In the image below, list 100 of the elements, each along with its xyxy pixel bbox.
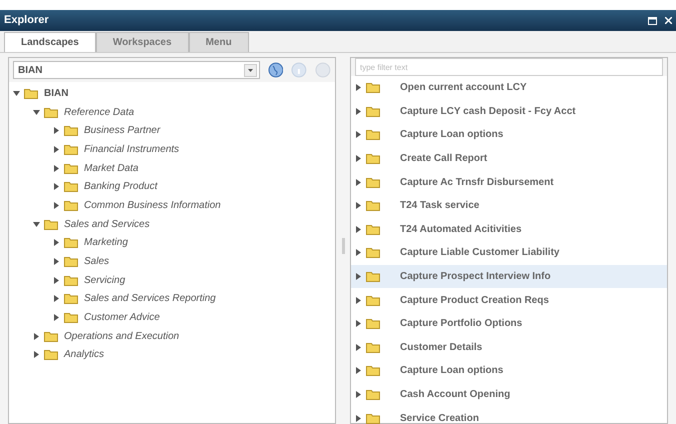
list-item[interactable]: Capture Loan options (351, 359, 667, 383)
folder-icon (366, 247, 380, 258)
expand-arrow-icon[interactable] (53, 276, 60, 284)
expand-arrow-icon[interactable] (355, 344, 362, 351)
list-item-label: Capture Liable Customer Liability (400, 246, 560, 260)
tree-item[interactable]: Sales and Services (64, 216, 150, 232)
expand-arrow-icon[interactable] (53, 239, 60, 246)
list-item[interactable]: Cash Account Opening (351, 382, 667, 406)
list-item[interactable]: Capture Ac Trnsfr Disbursement (351, 170, 667, 194)
expand-arrow-icon[interactable] (355, 367, 362, 374)
list-item[interactable]: Capture LCY cash Deposit - Fcy Acct (351, 100, 667, 124)
expand-arrow-icon[interactable] (355, 320, 362, 328)
expand-arrow-icon[interactable] (355, 178, 362, 186)
expand-arrow-icon[interactable] (53, 146, 60, 153)
list-item-label: Cash Account Opening (400, 388, 510, 402)
tree-item[interactable]: Marketing (84, 235, 128, 250)
tree-item[interactable]: Operations and Execution (64, 328, 180, 344)
folder-icon (366, 129, 380, 140)
expand-arrow-icon[interactable] (53, 314, 60, 322)
folder-icon (64, 125, 78, 136)
folder-icon (44, 218, 58, 230)
expand-arrow-icon[interactable] (53, 258, 60, 266)
list-item[interactable]: Capture Loan options (351, 123, 667, 147)
expand-arrow-icon[interactable] (355, 202, 362, 210)
tree-item[interactable]: Sales (84, 254, 110, 270)
folder-icon (366, 224, 380, 235)
list-item[interactable]: Create Call Report (351, 146, 667, 170)
splitter-handle[interactable] (342, 238, 344, 254)
collapse-arrow-icon[interactable] (13, 90, 20, 97)
tree-item[interactable]: Market Data (84, 160, 138, 176)
folder-icon (64, 237, 78, 248)
tree-item[interactable]: Financial Instruments (84, 142, 180, 157)
list-item[interactable]: Capture Product Creation Reqs (351, 288, 667, 312)
list-item[interactable]: Capture Prospect Interview Info (351, 264, 667, 288)
folder-icon (44, 349, 58, 360)
folder-icon (366, 342, 380, 353)
expand-arrow-icon[interactable] (53, 164, 60, 172)
folder-icon (366, 271, 380, 282)
folder-icon (366, 294, 380, 306)
list-item[interactable]: Capture Liable Customer Liability (351, 241, 667, 265)
list-item-label: Service Creation (400, 412, 479, 424)
list-item[interactable]: T24 Task service (351, 194, 667, 218)
tree-item[interactable]: Customer Advice (84, 310, 160, 326)
folder-icon (64, 181, 78, 192)
folder-icon (366, 106, 380, 117)
list-item[interactable]: T24 Automated Acitivities (351, 218, 667, 242)
expand-arrow-icon[interactable] (355, 155, 362, 162)
expand-arrow-icon[interactable] (355, 226, 362, 233)
expand-arrow-icon[interactable] (355, 296, 362, 304)
folder-icon (64, 144, 78, 155)
filter-field[interactable]: type filter text (355, 58, 663, 76)
list-item[interactable]: Capture Portfolio Options (351, 312, 667, 336)
list-item-label: Capture Ac Trnsfr Disbursement (400, 176, 554, 190)
landscape-select[interactable]: BIAN (13, 61, 260, 79)
expand-arrow-icon[interactable] (355, 84, 362, 92)
folder-icon (366, 412, 380, 424)
tree-item[interactable]: Business Partner (84, 123, 160, 138)
expand-arrow-icon[interactable] (355, 108, 362, 115)
folder-icon (366, 200, 380, 212)
tab[interactable]: Landscapes (4, 32, 96, 52)
list-item[interactable]: Service Creation (351, 406, 667, 424)
tree-item[interactable]: Banking Product (84, 179, 158, 194)
expand-arrow-icon[interactable] (355, 249, 362, 256)
dropdown-caret-icon[interactable] (244, 64, 257, 76)
expand-arrow-icon[interactable] (53, 202, 60, 209)
folder-icon (366, 365, 380, 376)
list-item-label: Create Call Report (400, 152, 488, 166)
tree-item[interactable]: Analytics (64, 347, 104, 362)
list-item-label: T24 Task service (400, 199, 480, 214)
expand-arrow-icon[interactable] (355, 131, 362, 138)
expand-arrow-icon[interactable] (53, 295, 60, 302)
folder-icon (44, 330, 58, 342)
window-title: Explorer (4, 13, 49, 28)
folder-icon (64, 312, 78, 324)
list-item[interactable]: Open current account LCY (351, 76, 667, 100)
list-item-label: Capture Loan options (400, 364, 504, 378)
expand-arrow-icon[interactable] (53, 183, 60, 190)
folder-icon (366, 82, 380, 94)
list-item[interactable]: Customer Details (351, 336, 667, 360)
tree-item[interactable]: Reference Data (64, 104, 134, 120)
folder-icon (366, 389, 380, 400)
folder-icon (64, 200, 78, 211)
folder-icon (366, 176, 380, 188)
maximize-icon[interactable] (648, 16, 657, 24)
expand-arrow-icon[interactable] (355, 273, 362, 280)
tree-item[interactable]: Servicing (84, 272, 126, 288)
folder-icon (24, 88, 38, 99)
tree-item[interactable]: Common Business Information (84, 198, 221, 213)
collapse-arrow-icon[interactable] (33, 108, 40, 116)
tree-item[interactable]: Sales and Services Reporting (84, 291, 216, 306)
expand-arrow-icon[interactable] (53, 127, 60, 134)
expand-arrow-icon[interactable] (33, 332, 40, 340)
tree-item[interactable]: BIAN (44, 86, 68, 101)
folder-icon (366, 318, 380, 330)
list-item-label: Capture Loan options (400, 128, 504, 142)
close-icon[interactable] (665, 17, 672, 24)
expand-arrow-icon[interactable] (355, 414, 362, 422)
expand-arrow-icon[interactable] (33, 351, 40, 358)
expand-arrow-icon[interactable] (355, 391, 362, 398)
collapse-arrow-icon[interactable] (33, 220, 40, 228)
